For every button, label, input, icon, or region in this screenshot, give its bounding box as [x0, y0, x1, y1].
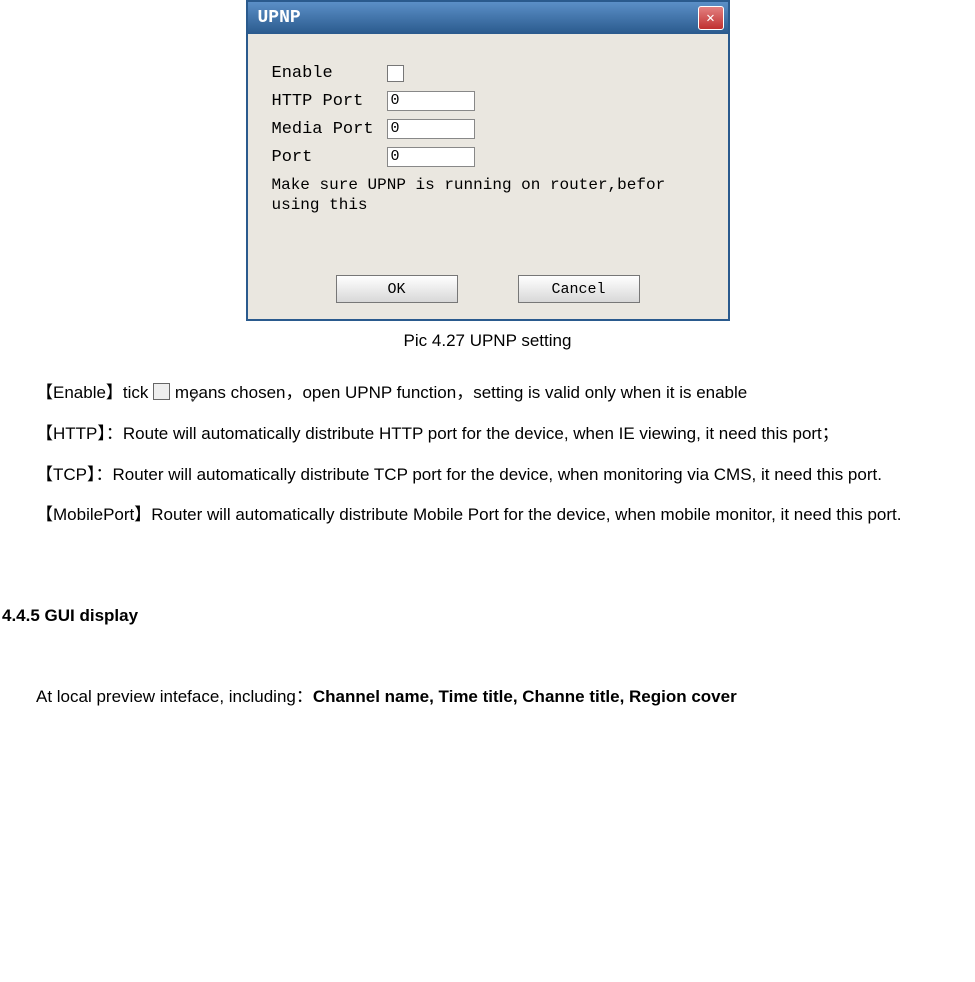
port-input[interactable]: 0: [387, 147, 475, 167]
enable-desc: 【Enable】tick means chosen，open UPNP func…: [2, 373, 973, 414]
title-bar[interactable]: UPNP ✕: [248, 2, 728, 34]
figure-caption: Pic 4.27 UPNP setting: [0, 331, 975, 351]
close-icon: ✕: [706, 10, 714, 27]
media-port-input[interactable]: 0: [387, 119, 475, 139]
upnp-dialog: UPNP ✕ Enable HTTP Port 0 Media Port 0 P…: [246, 0, 730, 321]
window-title: UPNP: [258, 8, 698, 28]
cancel-button[interactable]: Cancel: [518, 275, 640, 303]
section-heading: 4.4.5 GUI display: [2, 596, 973, 637]
http-port-input[interactable]: 0: [387, 91, 475, 111]
dialog-body: Enable HTTP Port 0 Media Port 0 Port 0 M…: [248, 34, 728, 319]
http-port-label: HTTP Port: [272, 92, 387, 111]
last-line: At local preview inteface, including：Cha…: [2, 677, 973, 718]
checkmark-icon: [153, 383, 170, 400]
tcp-desc: 【TCP】：Router will automatically distribu…: [2, 455, 973, 496]
mobileport-desc: 【MobilePort】Router will automatically di…: [2, 495, 973, 536]
ok-button[interactable]: OK: [336, 275, 458, 303]
enable-checkbox[interactable]: [387, 65, 404, 82]
hint-line-2: using this: [272, 196, 368, 214]
document-text: 【Enable】tick means chosen，open UPNP func…: [0, 373, 975, 718]
enable-label: Enable: [272, 64, 387, 83]
port-label: Port: [272, 148, 387, 167]
hint-text: Make sure UPNP is running on router,befo…: [272, 175, 704, 215]
media-port-label: Media Port: [272, 120, 387, 139]
http-desc: 【HTTP】：Route will automatically distribu…: [2, 414, 973, 455]
close-button[interactable]: ✕: [698, 6, 724, 30]
hint-line-1: Make sure UPNP is running on router,befo…: [272, 176, 666, 194]
